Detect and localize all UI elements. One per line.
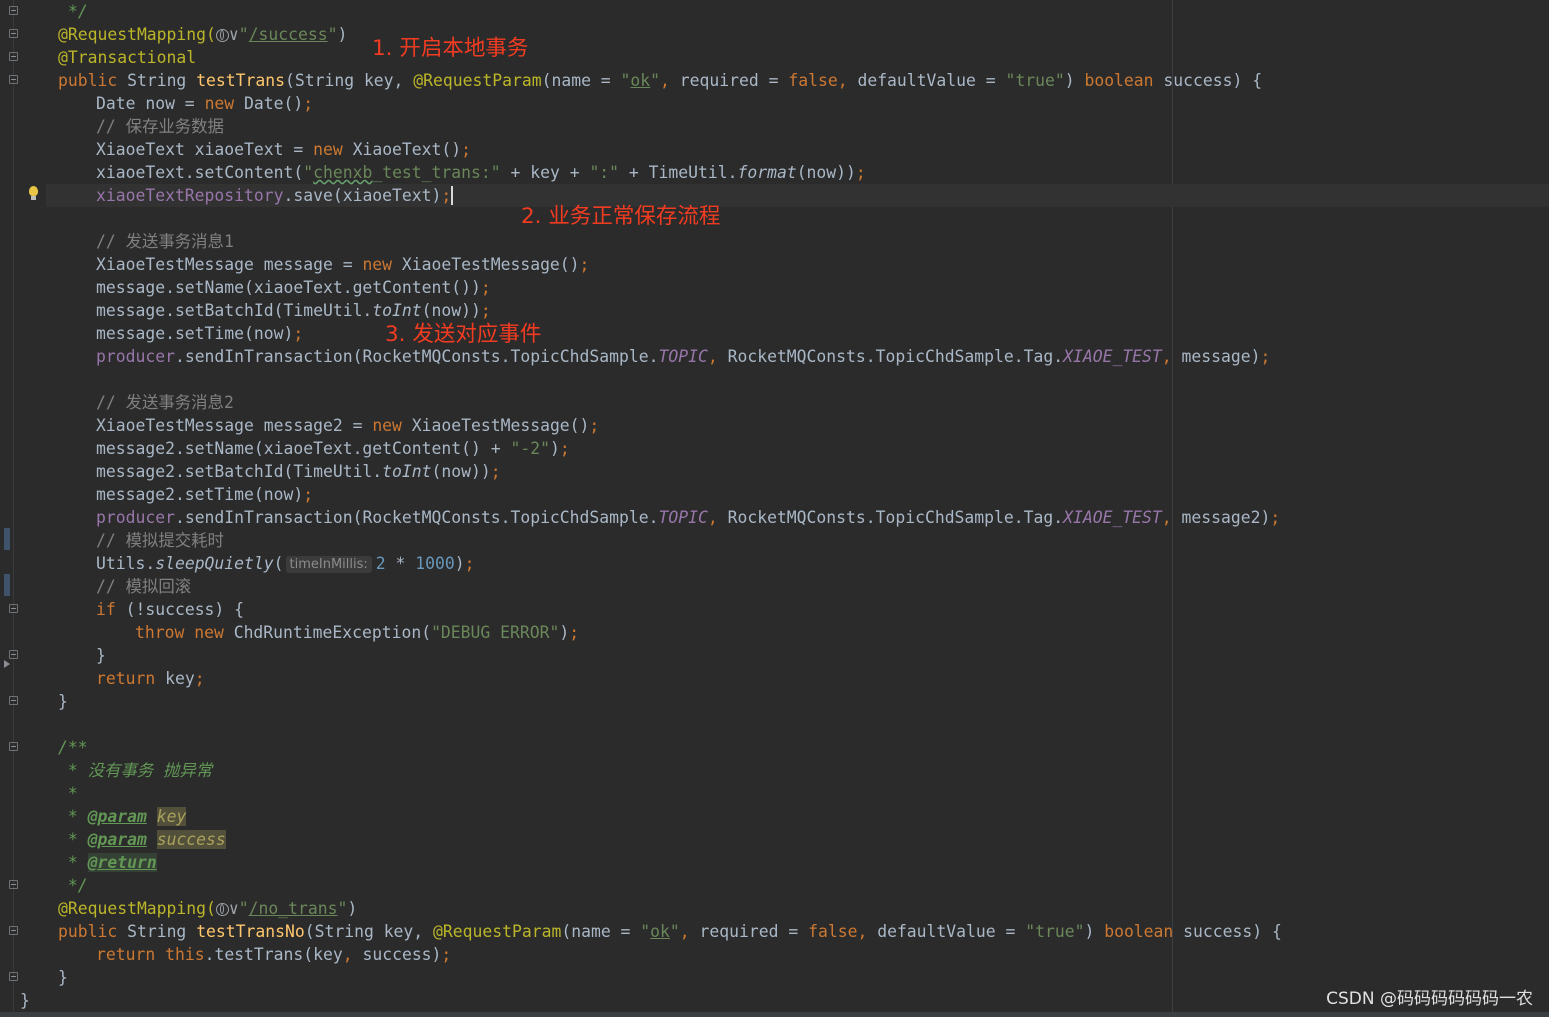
code-line[interactable]: // 发送事务消息1 [96,230,234,253]
annotation-note-1: 1. 开启本地事务 [372,36,529,61]
code-line[interactable]: } [58,690,68,713]
code-line[interactable]: Date now = new Date(); [96,92,313,115]
fold-icon[interactable] [9,75,18,84]
code-line[interactable]: producer.sendInTransaction(RocketMQConst… [96,345,1270,368]
code-line[interactable]: // 保存业务数据 [96,115,224,138]
code-line[interactable]: @RequestMapping(∨"/no_trans") [58,897,357,920]
code-line[interactable]: public String testTransNo(String key, @R… [58,920,1282,943]
code-line[interactable]: message2.setBatchId(TimeUtil.toInt(now))… [96,460,501,483]
code-line[interactable]: // 模拟回滚 [96,575,191,598]
code-line[interactable]: * @return [58,851,157,874]
code-line[interactable]: } [96,644,106,667]
code-line[interactable]: @RequestMapping(∨"/success") [58,23,347,46]
fold-icon[interactable] [9,52,18,61]
code-line[interactable]: * @param key [58,805,187,828]
editor-bottom-border [0,1012,1549,1017]
code-line[interactable]: XiaoeTestMessage message2 = new XiaoeTes… [96,414,599,437]
globe-icon[interactable] [215,29,229,42]
code-line[interactable]: } [58,966,68,989]
fold-icon[interactable] [9,604,18,613]
code-line[interactable]: throw new ChdRuntimeException("DEBUG ERR… [135,621,579,644]
code-line[interactable]: producer.sendInTransaction(RocketMQConst… [96,506,1280,529]
code-line[interactable]: message.setBatchId(TimeUtil.toInt(now)); [96,299,491,322]
fold-icon[interactable] [9,650,18,659]
code-line[interactable]: message.setName(xiaoeText.getContent()); [96,276,491,299]
lightbulb-icon[interactable] [28,186,39,202]
text-cursor [451,186,454,205]
code-editor[interactable]: */ @RequestMapping(∨"/success") @Transac… [0,0,1549,1017]
fold-icon[interactable] [9,972,18,981]
code-line[interactable]: * 没有事务 抛异常 [58,759,212,782]
parameter-hint: timeInMillis: [285,556,372,573]
code-line[interactable]: XiaoeText xiaoeText = new XiaoeText(); [96,138,471,161]
code-line[interactable]: XiaoeTestMessage message = new XiaoeTest… [96,253,589,276]
code-line[interactable]: Utils.sleepQuietly(timeInMillis: 2 * 1000… [96,552,475,575]
code-line[interactable]: xiaoeTextRepository.save(xiaoeText); [96,184,454,207]
code-line[interactable]: } [20,989,30,1012]
fold-icon[interactable] [9,880,18,889]
code-line[interactable]: xiaoeText.setContent("chenxb_test_trans:… [96,161,866,184]
code-line[interactable]: message2.setTime(now); [96,483,313,506]
editor-gutter[interactable] [0,0,46,1017]
fold-icon[interactable] [9,926,18,935]
code-line[interactable]: * @param success [58,828,226,851]
code-line[interactable]: message.setTime(now); [96,322,303,345]
url-link[interactable]: /success [249,25,328,44]
code-line[interactable]: @Transactional [58,46,196,69]
code-line[interactable]: * [58,782,78,805]
code-line[interactable]: */ [58,874,88,897]
code-line[interactable]: */ [68,0,88,23]
code-line[interactable]: // 模拟提交耗时 [96,529,224,552]
change-marker[interactable] [4,574,10,596]
code-line[interactable]: public String testTrans(String key, @Req… [58,69,1262,92]
annotation-note-2: 2. 业务正常保存流程 [521,204,721,229]
watermark: CSDN @码码码码码码一农 [1326,989,1533,1009]
fold-icon[interactable] [9,696,18,705]
code-line[interactable]: // 发送事务消息2 [96,391,234,414]
collapse-arrow-icon[interactable] [4,660,10,668]
code-line[interactable]: /** [58,736,88,759]
url-link[interactable]: /no_trans [249,899,338,918]
annotation-note-3: 3. 发送对应事件 [385,322,542,347]
code-line[interactable]: if (!success) { [96,598,244,621]
fold-icon[interactable] [9,742,18,751]
code-line[interactable]: return this.testTrans(key, success); [96,943,451,966]
globe-icon[interactable] [215,903,229,916]
code-line[interactable]: message2.setName(xiaoeText.getContent() … [96,437,570,460]
gutter-divider [13,0,14,1017]
fold-icon[interactable] [9,6,18,15]
change-marker[interactable] [4,528,10,550]
fold-icon[interactable] [9,29,18,38]
code-line[interactable]: return key; [96,667,205,690]
